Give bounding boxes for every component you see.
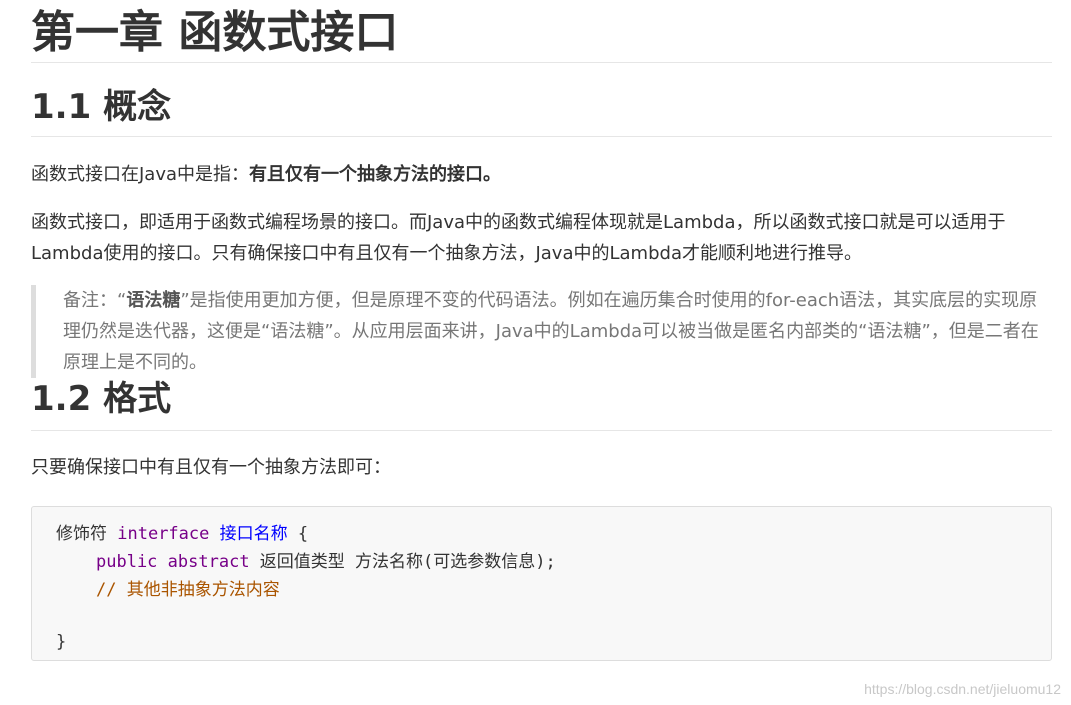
code-keyword-abstract: abstract xyxy=(167,552,250,572)
code-keyword-public: public xyxy=(96,552,158,572)
note-body: ”是指使用更加方便，但是原理不变的代码语法。例如在遍历集合时使用的for-eac… xyxy=(63,290,1039,373)
paragraph-format: 只要确保接口中有且仅有一个抽象方法即可： xyxy=(31,457,391,478)
code-block[interactable]: 修饰符 interface 接口名称 { public abstract 返回值… xyxy=(31,506,1052,661)
code-open-brace: { xyxy=(287,524,309,544)
code-method-signature: 返回值类型 方法名称(可选参数信息); xyxy=(249,552,556,572)
note-bold: 语法糖 xyxy=(126,290,181,311)
code-modifier: 修饰符 xyxy=(56,524,118,544)
code-line-3: // 其他非抽象方法内容 xyxy=(56,576,1051,604)
code-line-5: } xyxy=(56,628,1051,656)
code-line-1: 修饰符 interface 接口名称 { xyxy=(56,520,1051,548)
watermark-url: https://blog.csdn.net/jieluomu12 xyxy=(864,681,1061,697)
paragraph-explanation: 函数式接口，即适用于函数式编程场景的接口。而Java中的函数式编程体现就是Lam… xyxy=(31,212,1006,264)
definition-text: 函数式接口在Java中是指： xyxy=(31,164,250,185)
code-interface-name: 接口名称 xyxy=(219,524,288,544)
definition-bold: 有且仅有一个抽象方法的接口。 xyxy=(249,164,502,185)
code-comment: // 其他非抽象方法内容 xyxy=(96,580,280,600)
chapter-title: 第一章 函数式接口 xyxy=(31,0,1052,63)
article: 第一章 函数式接口 1.1 概念 函数式接口在Java中是指：有且仅有一个抽象方… xyxy=(31,0,1052,661)
note-prefix: 备注：“ xyxy=(63,290,127,311)
code-keyword-interface: interface xyxy=(117,524,210,544)
note-blockquote: 备注：“语法糖”是指使用更加方便，但是原理不变的代码语法。例如在遍历集合时使用的… xyxy=(31,285,1052,378)
code-close-brace: } xyxy=(56,632,67,652)
code-line-2: public abstract 返回值类型 方法名称(可选参数信息); xyxy=(56,548,1051,576)
paragraph-definition: 函数式接口在Java中是指：有且仅有一个抽象方法的接口。 xyxy=(31,159,1052,190)
section-heading-format: 1.2 格式 xyxy=(31,378,1052,431)
section-heading-concept: 1.1 概念 xyxy=(31,85,1052,137)
